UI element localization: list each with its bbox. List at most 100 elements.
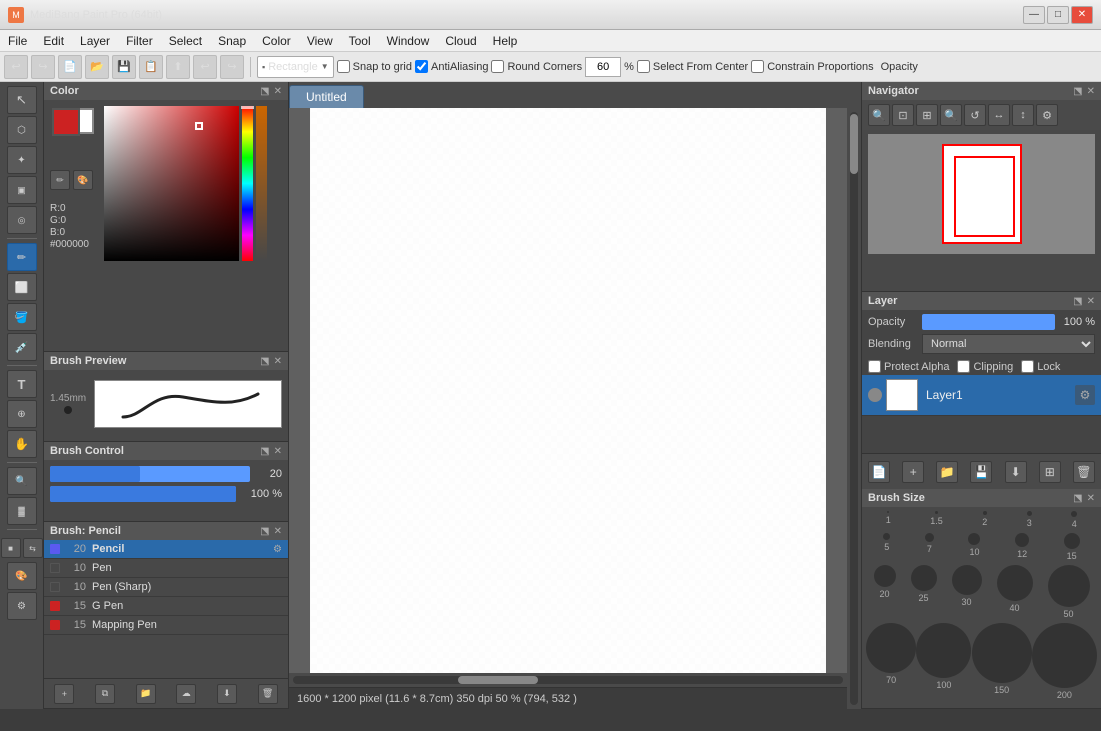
brush-item-pencil[interactable]: 20 Pencil ⚙	[44, 540, 288, 559]
color-panel-expand[interactable]: ⬔	[260, 86, 269, 97]
eraser-tool[interactable]: ⬜	[7, 273, 37, 301]
bs-item-1[interactable]: 1	[886, 511, 891, 529]
nav-fit[interactable]: ⊡	[892, 104, 914, 126]
minimize-button[interactable]: —	[1023, 6, 1045, 24]
brush-list-close[interactable]: ✕	[274, 526, 282, 537]
bs-item-200[interactable]: 200	[1032, 623, 1097, 700]
nav-zoom-in[interactable]: 🔍	[940, 104, 962, 126]
menu-edit[interactable]: Edit	[35, 30, 72, 51]
gradient-tool[interactable]: ▓	[7, 497, 37, 525]
brush-opacity-slider[interactable]	[50, 486, 236, 502]
bs-item-40[interactable]: 40	[997, 565, 1033, 619]
swap-colors-tool[interactable]: ⇆	[23, 538, 43, 558]
canvas-background[interactable]	[310, 108, 826, 673]
brush-list-expand[interactable]: ⬔	[260, 526, 269, 537]
toolbar-file-new[interactable]: 📄	[58, 55, 82, 79]
bs-item-20[interactable]: 20	[874, 565, 896, 619]
alpha-slider[interactable]	[256, 106, 267, 261]
antialiasing-checkbox[interactable]	[415, 60, 428, 73]
hscroll-track[interactable]	[293, 676, 843, 684]
bs-item-4[interactable]: 4	[1071, 511, 1077, 529]
layer-merge[interactable]: ⬇	[1005, 461, 1027, 483]
color-picker-tool[interactable]: 🎨	[7, 562, 37, 590]
brush-folder-button[interactable]: 📁	[136, 684, 156, 704]
layer-opacity-bar[interactable]	[922, 314, 1055, 330]
menu-file[interactable]: File	[0, 30, 35, 51]
bs-item-7[interactable]: 7	[925, 533, 934, 561]
layer-delete[interactable]: 🗑	[1073, 461, 1095, 483]
vscroll-thumb[interactable]	[850, 114, 858, 174]
brush-delete-button[interactable]: 🗑	[258, 684, 278, 704]
menu-layer[interactable]: Layer	[72, 30, 118, 51]
brush-size-close[interactable]: ✕	[1087, 493, 1095, 504]
brush-copy-button[interactable]: ⧉	[95, 684, 115, 704]
layer-add-folder[interactable]: 📁	[936, 461, 958, 483]
nav-zoom-actual[interactable]: ⊞	[916, 104, 938, 126]
clipping-checkbox[interactable]	[957, 360, 970, 373]
brush-item-pen[interactable]: 10 Pen	[44, 559, 288, 578]
layer-blending-select[interactable]: Normal Multiply Screen Overlay	[922, 334, 1095, 354]
menu-snap[interactable]: Snap	[210, 30, 254, 51]
canvas-horizontal-scrollbar[interactable]	[289, 673, 847, 687]
nav-settings[interactable]: ⚙	[1036, 104, 1058, 126]
zoom-tool[interactable]: 🔍	[7, 467, 37, 495]
toolbar-undo[interactable]: ↩	[4, 55, 28, 79]
bs-item-100[interactable]: 100	[916, 623, 971, 700]
magic-wand-tool[interactable]: ✦	[7, 146, 37, 174]
brush-size-expand[interactable]: ⬔	[1073, 493, 1082, 504]
navigator-expand[interactable]: ⬔	[1073, 86, 1082, 97]
vscroll-track[interactable]	[850, 112, 858, 705]
toolbar-redo[interactable]: ↪	[31, 55, 55, 79]
layer-add[interactable]: +	[902, 461, 924, 483]
hue-slider[interactable]	[242, 106, 253, 261]
brush-control-close[interactable]: ✕	[274, 446, 282, 457]
bs-item-2[interactable]: 2	[982, 511, 987, 529]
bs-item-3[interactable]: 3	[1027, 511, 1032, 529]
close-button[interactable]: ✕	[1071, 6, 1093, 24]
bs-item-5[interactable]: 5	[883, 533, 890, 561]
fg-bg-tool[interactable]: ■	[1, 538, 21, 558]
hscroll-thumb[interactable]	[458, 676, 538, 684]
navigator-preview[interactable]	[868, 134, 1095, 254]
color-panel-close[interactable]: ✕	[274, 86, 282, 97]
canvas-scroll-area[interactable]	[289, 108, 847, 673]
snap-to-grid-checkbox[interactable]	[337, 60, 350, 73]
toolbar-share[interactable]: ⬆	[166, 55, 190, 79]
lock-checkbox[interactable]	[1021, 360, 1034, 373]
toolbar-redo2[interactable]: ↪	[220, 55, 244, 79]
pencil-tool[interactable]: ✏	[7, 243, 37, 271]
menu-tool[interactable]: Tool	[341, 30, 379, 51]
menu-select[interactable]: Select	[161, 30, 210, 51]
brush-item-g-pen[interactable]: 15 G Pen	[44, 597, 288, 616]
color-tool-1[interactable]: ✏	[50, 170, 70, 190]
menu-view[interactable]: View	[299, 30, 341, 51]
toolbar-save-as[interactable]: 📋	[139, 55, 163, 79]
color-gradient-main[interactable]	[104, 106, 239, 261]
brush-preview-close[interactable]: ✕	[274, 356, 282, 367]
bs-item-15[interactable]: 1.5	[930, 511, 943, 529]
move-selection-tool[interactable]: ↖	[7, 86, 37, 114]
brush-cloud-button[interactable]: ☁	[176, 684, 196, 704]
menu-window[interactable]: Window	[379, 30, 438, 51]
transform-tool[interactable]: ⊕	[7, 400, 37, 428]
eyedropper-tool[interactable]: 💉	[7, 333, 37, 361]
brush-settings-icon[interactable]: ⚙	[273, 544, 282, 555]
brush-size-slider[interactable]	[50, 466, 250, 482]
navigator-close[interactable]: ✕	[1087, 86, 1095, 97]
menu-filter[interactable]: Filter	[118, 30, 161, 51]
brush-preview-expand[interactable]: ⬔	[260, 356, 269, 367]
canvas-tab-untitled[interactable]: Untitled	[289, 85, 364, 108]
bs-item-150[interactable]: 150	[972, 623, 1032, 700]
canvas-vertical-scrollbar[interactable]	[847, 108, 861, 709]
foreground-color-swatch[interactable]	[52, 108, 80, 136]
round-corners-checkbox[interactable]	[491, 60, 504, 73]
bs-item-15b[interactable]: 15	[1064, 533, 1080, 561]
brush-item-pen-sharp[interactable]: 10 Pen (Sharp)	[44, 578, 288, 597]
layer-save[interactable]: 💾	[970, 461, 992, 483]
brush-add-button[interactable]: +	[54, 684, 74, 704]
nav-flip-v[interactable]: ↕	[1012, 104, 1034, 126]
brush-import-button[interactable]: ⬇	[217, 684, 237, 704]
layer-settings-button[interactable]: ⚙	[1075, 385, 1095, 405]
layer-add-page[interactable]: 📄	[868, 461, 890, 483]
color-gradient-area[interactable]	[104, 106, 282, 342]
